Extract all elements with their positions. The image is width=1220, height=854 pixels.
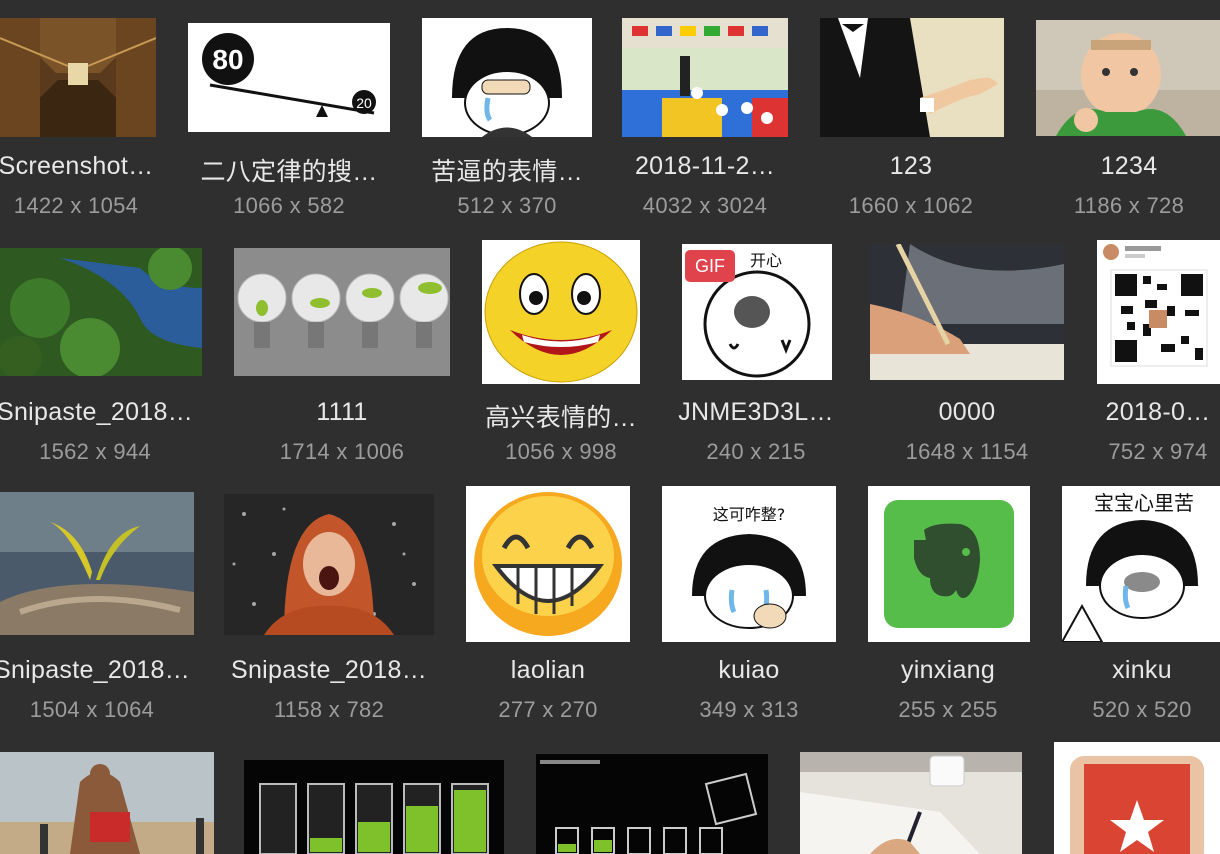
thumbnail-battery-meme[interactable] (536, 754, 768, 854)
item-name: 二八定律的搜… (200, 158, 378, 186)
item-name: yinxiang (900, 656, 996, 684)
svg-text:20: 20 (356, 95, 372, 111)
item-dimensions: 349 x 313 (699, 697, 799, 722)
item-dimensions: 1158 x 782 (273, 697, 385, 722)
evernote-icon[interactable] (868, 486, 1030, 642)
thumbnail-wrestlers[interactable] (0, 752, 214, 854)
item-dimensions: 1648 x 1154 (905, 439, 1029, 464)
item-dimensions: 1066 x 582 (233, 193, 345, 218)
item-dimensions: 1504 x 1064 (29, 697, 155, 722)
item-name: Screenshot… (0, 152, 154, 180)
svg-text:80: 80 (212, 44, 243, 75)
item-name: 2018-0… (1105, 398, 1211, 426)
item-name: Snipaste_2018… (230, 656, 428, 684)
item-dimensions: 512 x 370 (457, 193, 557, 218)
item-name: 0000 (938, 398, 996, 426)
item-name: 1234 (1100, 152, 1158, 180)
thumbnail-plant-rock[interactable] (0, 492, 194, 635)
wunderlist-icon[interactable] (1054, 742, 1220, 854)
item-name: JNME3D3L… (678, 398, 834, 426)
item-dimensions: 1422 x 1054 (13, 193, 139, 218)
thumbnail-woman-rain[interactable] (224, 494, 434, 635)
item-dimensions: 1186 x 728 (1073, 193, 1185, 218)
item-name: 1111 (316, 398, 368, 426)
item-dimensions: 1714 x 1006 (279, 439, 405, 464)
meme-caption: 这可咋整? (713, 505, 786, 524)
thumbnail-baby[interactable] (1036, 20, 1220, 136)
thumbnail-xinku-meme[interactable]: 宝宝心里苦 (1062, 486, 1220, 642)
item-dimensions: 752 x 974 (1108, 439, 1208, 464)
item-dimensions: 255 x 255 (898, 697, 998, 722)
thumbnail-batteries[interactable] (244, 760, 504, 854)
thumbnail-grinning-smiley[interactable] (466, 486, 630, 642)
thumbnail-happy-smiley[interactable] (482, 240, 640, 384)
thumbnail-crying-meme[interactable] (422, 18, 592, 137)
thumbnail-seesaw[interactable]: 80 20 (188, 23, 390, 132)
gif-badge: GIF (685, 250, 735, 282)
item-name: 高兴表情的… (485, 404, 637, 432)
item-name: 苦逼的表情… (431, 158, 583, 186)
item-dimensions: 240 x 215 (706, 439, 806, 464)
thumbnail-desk-writing[interactable] (800, 752, 1022, 854)
item-name: Snipaste_2018… (0, 398, 194, 426)
thumbnail-qr-code[interactable] (1097, 240, 1220, 384)
item-dimensions: 4032 x 3024 (642, 193, 768, 218)
item-dimensions: 277 x 270 (498, 697, 598, 722)
item-dimensions: 1660 x 1062 (848, 193, 974, 218)
meme-caption: 宝宝心里苦 (1094, 491, 1194, 515)
thumbnail-classroom[interactable] (622, 18, 788, 137)
thumbnail-writing-hand[interactable] (870, 244, 1064, 380)
item-name: 2018-11-2… (634, 152, 776, 180)
item-name: xinku (1112, 656, 1172, 684)
thumbnail-lightbulbs[interactable] (234, 248, 450, 376)
item-dimensions: 520 x 520 (1092, 697, 1192, 722)
thumbnail-river-forest[interactable] (0, 248, 202, 376)
item-name: kuiao (718, 656, 780, 684)
item-dimensions: 1056 x 998 (505, 439, 617, 464)
item-name: 123 (889, 152, 933, 180)
item-dimensions: 1562 x 944 (39, 439, 151, 464)
thumbnail-tuxedo[interactable] (820, 18, 1004, 137)
thumbnail-kuiao-meme[interactable]: 这可咋整? (662, 486, 836, 642)
meme-caption: 开心 (750, 251, 782, 270)
thumbnail-library-corridor[interactable] (0, 18, 156, 137)
item-name: laolian (510, 656, 586, 684)
item-name: Snipaste_2018… (0, 656, 191, 684)
